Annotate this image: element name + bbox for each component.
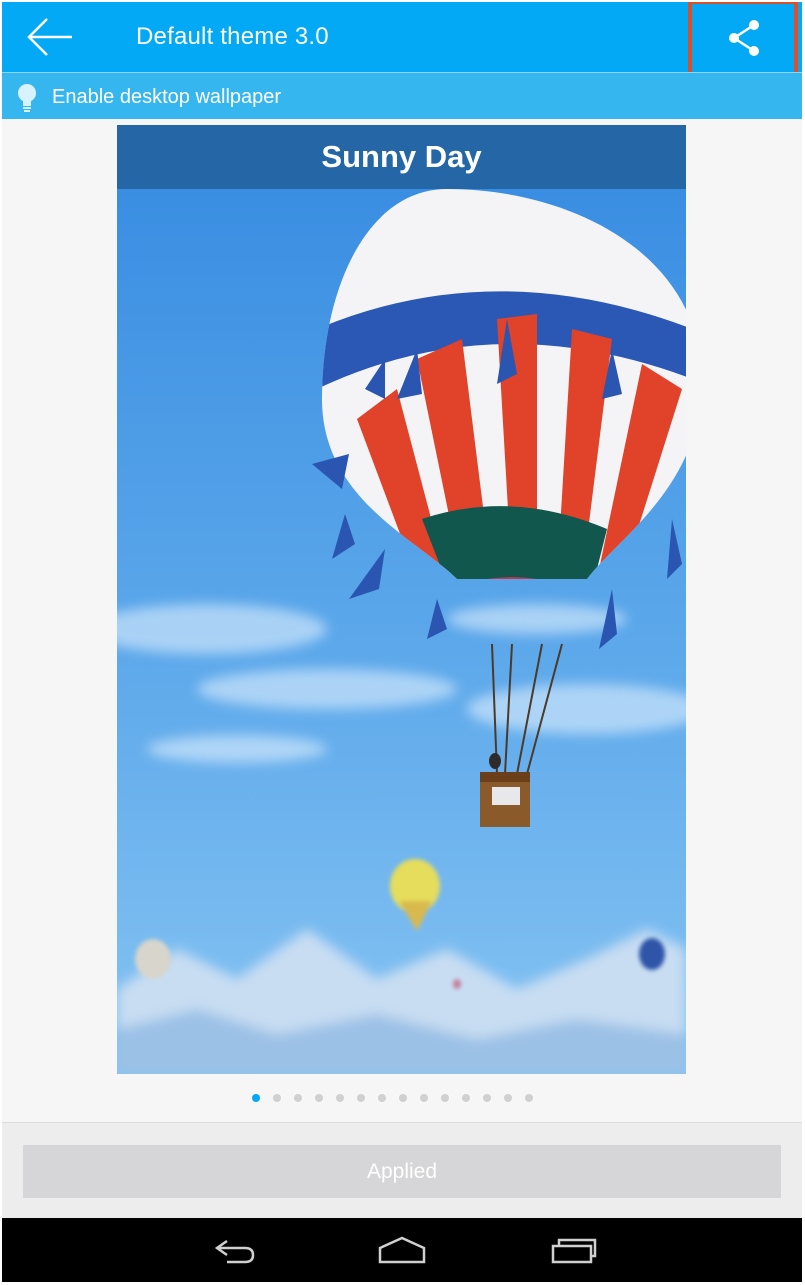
preview-title: Sunny Day — [321, 139, 482, 174]
page-dot[interactable] — [357, 1094, 365, 1102]
desktop-wallpaper-toggle[interactable]: Enable desktop wallpaper — [2, 72, 802, 119]
nav-back-icon[interactable] — [209, 1234, 257, 1266]
page-dot[interactable] — [504, 1094, 512, 1102]
page-title: Default theme 3.0 — [136, 23, 329, 50]
page-dot[interactable] — [420, 1094, 428, 1102]
hot-air-balloon-wallpaper-image — [117, 189, 686, 1074]
page-dot[interactable] — [462, 1094, 470, 1102]
page-dot[interactable] — [294, 1094, 302, 1102]
page-dot[interactable] — [378, 1094, 386, 1102]
app-bar: Default theme 3.0 — [2, 2, 802, 90]
screen: Default theme 3.0 Enable desktop wallpap… — [2, 2, 802, 1282]
page-dot[interactable] — [273, 1094, 281, 1102]
nav-home-icon[interactable] — [377, 1234, 427, 1266]
page-dot[interactable] — [252, 1094, 260, 1102]
arrow-left-icon[interactable] — [24, 14, 74, 60]
preview-header: Sunny Day — [117, 125, 686, 189]
page-dot[interactable] — [525, 1094, 533, 1102]
theme-preview[interactable]: Sunny Day — [117, 125, 686, 1074]
page-dot[interactable] — [399, 1094, 407, 1102]
page-indicator — [252, 1094, 533, 1102]
page-dot[interactable] — [441, 1094, 449, 1102]
nav-recents-icon[interactable] — [549, 1234, 599, 1266]
applied-button[interactable]: Applied — [23, 1145, 781, 1198]
page-dot[interactable] — [336, 1094, 344, 1102]
page-dot[interactable] — [315, 1094, 323, 1102]
system-navigation-bar — [2, 1218, 802, 1282]
hint-label: Enable desktop wallpaper — [52, 86, 282, 108]
lightbulb-icon — [18, 84, 36, 112]
page-dot[interactable] — [483, 1094, 491, 1102]
action-area: Applied — [2, 1123, 802, 1218]
